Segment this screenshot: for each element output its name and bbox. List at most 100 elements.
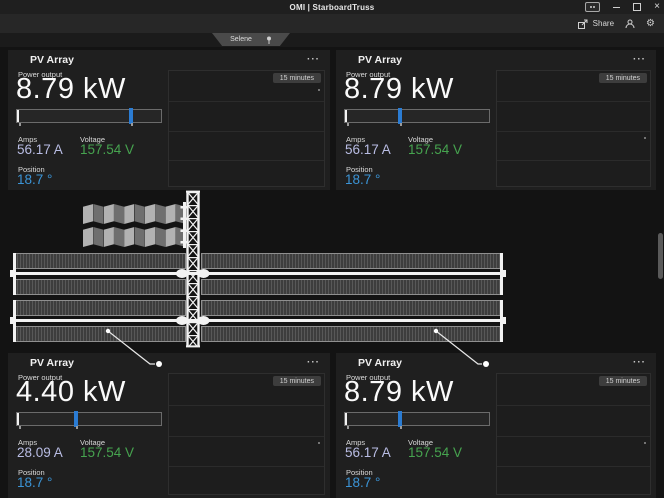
power-gauge-slider[interactable] — [16, 412, 162, 426]
gauge-zero-marker — [345, 413, 347, 425]
scene-tab[interactable]: Selene — [212, 33, 290, 46]
scene-tab-label: Selene — [230, 36, 252, 43]
power-output-value: 8.79 kW — [344, 378, 454, 407]
share-icon — [578, 19, 589, 29]
power-gauge-slider[interactable] — [16, 109, 162, 123]
voltage-value: 157.54 V — [80, 446, 134, 460]
window-titlebar: OMI | StarboardTruss × — [0, 0, 664, 14]
power-output-value: 8.79 kW — [344, 75, 454, 104]
solar-array-wing-top-left — [13, 253, 186, 295]
gauge-tick — [400, 426, 402, 429]
time-range-badge[interactable]: 15 minutes — [273, 73, 321, 83]
pin-icon — [266, 36, 272, 44]
chart-data-point — [318, 442, 320, 444]
solar-array-wing-top-right — [201, 253, 503, 295]
gauge-thumb[interactable] — [74, 411, 78, 427]
chart-gridline — [497, 160, 650, 161]
card-header: PV Array ··· — [8, 50, 330, 69]
gauge-zero-marker — [17, 413, 19, 425]
chart-gridline — [497, 436, 650, 437]
position-value: 18.7 ° — [345, 476, 380, 490]
share-label: Share — [593, 19, 614, 28]
card-title: PV Array — [358, 54, 402, 66]
card-header: PV Array ··· — [336, 50, 656, 69]
chart-gridline — [169, 436, 324, 437]
chart-gridline — [497, 131, 650, 132]
voltage-value: 157.54 V — [80, 143, 134, 157]
solar-array-wing-bottom-right — [201, 300, 503, 342]
chart-gridline — [497, 466, 650, 467]
chart-gridline — [169, 131, 324, 132]
time-range-badge[interactable]: 15 minutes — [273, 376, 321, 386]
gauge-tick — [400, 123, 402, 126]
power-output-value: 4.40 kW — [16, 378, 126, 407]
chart-data-point — [644, 442, 646, 444]
amps-value: 28.09 A — [17, 446, 63, 460]
radiator-panel-row — [83, 227, 186, 247]
minimize-button[interactable] — [613, 7, 620, 8]
pv-array-card: PV Array ··· Power output 8.79 kW Amps 5… — [336, 353, 656, 498]
gauge-tick — [131, 123, 133, 126]
settings-button[interactable]: ⚙ — [646, 19, 655, 29]
power-gauge-slider[interactable] — [344, 412, 490, 426]
amps-value: 56.17 A — [17, 143, 63, 157]
close-button[interactable]: × — [654, 2, 660, 12]
gauge-tick — [19, 123, 21, 126]
more-options-button[interactable]: ··· — [307, 54, 320, 65]
position-value: 18.7 ° — [17, 476, 52, 490]
pv-array-card: PV Array ··· Power output 8.79 kW Amps 5… — [336, 50, 656, 190]
gauge-tick — [76, 426, 78, 429]
pv-array-card: PV Array ··· Power output 8.79 kW Amps 5… — [8, 50, 330, 190]
power-gauge-slider[interactable] — [344, 109, 490, 123]
feedback-button[interactable] — [625, 19, 635, 29]
card-title: PV Array — [30, 357, 74, 369]
gauge-tick — [347, 426, 349, 429]
maximize-icon — [633, 3, 641, 11]
chart-gridline — [169, 101, 324, 102]
power-output-value: 8.79 kW — [16, 75, 126, 104]
gauge-thumb[interactable] — [398, 108, 402, 124]
share-button[interactable]: Share — [578, 19, 614, 29]
display-badge-icon — [585, 2, 600, 12]
chart-gridline — [497, 101, 650, 102]
voltage-value: 157.54 V — [408, 446, 462, 460]
amps-value: 56.17 A — [345, 446, 391, 460]
gauge-tick — [347, 123, 349, 126]
more-options-button[interactable]: ··· — [633, 357, 646, 368]
time-range-badge[interactable]: 15 minutes — [599, 376, 647, 386]
position-value: 18.7 ° — [17, 173, 52, 187]
gauge-zero-marker — [17, 110, 19, 122]
more-options-button[interactable]: ··· — [633, 54, 646, 65]
tab-strip: Selene — [0, 33, 664, 47]
person-icon — [625, 19, 635, 29]
chart-gridline — [497, 405, 650, 406]
trend-chart: 15 minutes — [168, 373, 325, 495]
card-title: PV Array — [358, 357, 402, 369]
truss-mast — [186, 191, 200, 347]
voltage-value: 157.54 V — [408, 143, 462, 157]
position-value: 18.7 ° — [345, 173, 380, 187]
trend-chart: 15 minutes — [496, 70, 651, 187]
more-options-button[interactable]: ··· — [307, 357, 320, 368]
vertical-scrollbar[interactable] — [658, 233, 663, 279]
gauge-thumb[interactable] — [129, 108, 133, 124]
chart-data-point — [318, 89, 320, 91]
amps-value: 56.17 A — [345, 143, 391, 157]
window-title: OMI | StarboardTruss — [0, 3, 664, 12]
gauge-thumb[interactable] — [398, 411, 402, 427]
chart-data-point — [644, 137, 646, 139]
chart-gridline — [169, 405, 324, 406]
radiator-panel-row — [83, 204, 186, 224]
minimize-icon — [613, 7, 620, 8]
card-header: PV Array ··· — [8, 353, 330, 372]
trend-chart: 15 minutes — [496, 373, 651, 495]
pv-array-card: PV Array ··· Power output 4.40 kW Amps 2… — [8, 353, 330, 498]
gauge-tick — [19, 426, 21, 429]
chart-gridline — [169, 466, 324, 467]
maximize-button[interactable] — [633, 3, 641, 11]
time-range-badge[interactable]: 15 minutes — [599, 73, 647, 83]
app-toolbar: Share ⚙ — [0, 14, 664, 33]
gauge-zero-marker — [345, 110, 347, 122]
trend-chart: 15 minutes — [168, 70, 325, 187]
card-title: PV Array — [30, 54, 74, 66]
